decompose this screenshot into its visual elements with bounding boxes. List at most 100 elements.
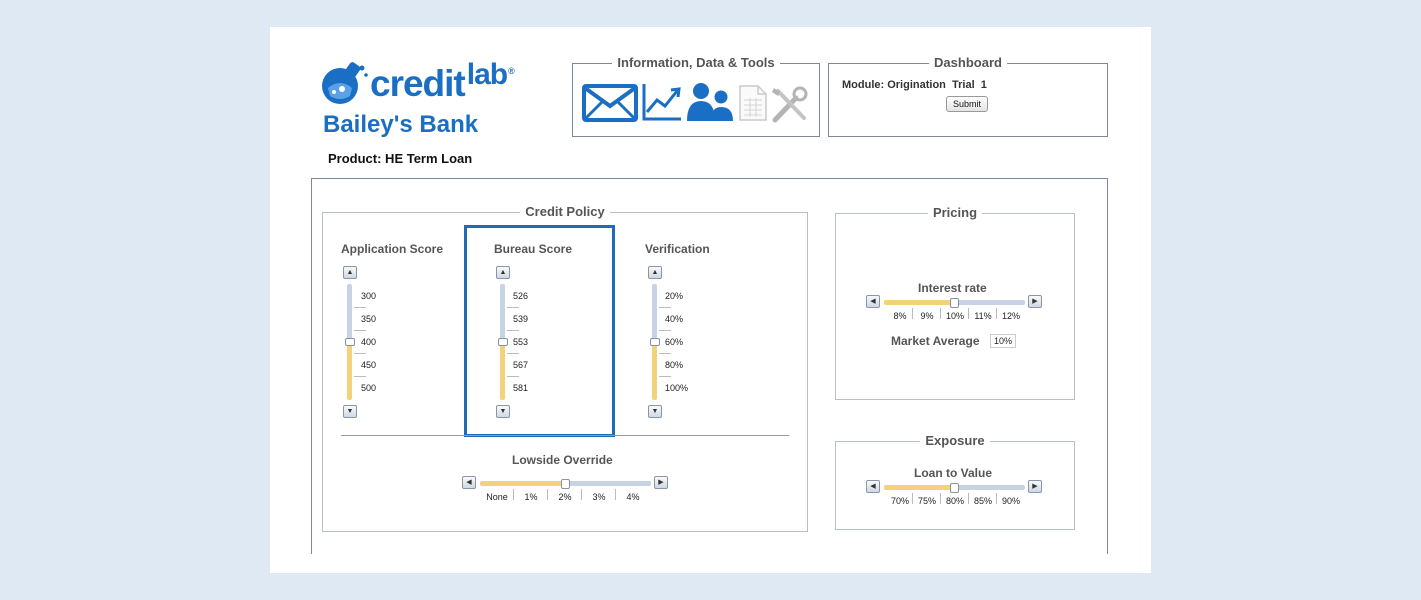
lowside-override-tick[interactable]: None <box>482 492 512 502</box>
verification-tick[interactable]: 80% <box>665 360 683 370</box>
verification-tick[interactable]: 40% <box>665 314 683 324</box>
bureau-score-thumb[interactable] <box>498 338 508 346</box>
brand-lab: lab <box>466 58 508 91</box>
verification-tick[interactable]: 20% <box>665 291 683 301</box>
tick-line <box>507 330 519 331</box>
arrow-right-icon: ▶ <box>1032 298 1038 305</box>
policy-divider <box>341 435 789 436</box>
application-score-tick[interactable]: 400 <box>361 337 376 347</box>
bureau-score-tick[interactable]: 539 <box>513 314 528 324</box>
tools-title: Information, Data & Tools <box>612 55 780 70</box>
interest-rate-thumb[interactable] <box>950 298 959 308</box>
application-score-up-button[interactable]: ▲ <box>343 266 357 279</box>
lowside-override-track-empty <box>566 481 651 486</box>
trial-label: Trial <box>952 79 975 91</box>
tools-icon[interactable] <box>770 86 810 124</box>
verification-tick[interactable]: 100% <box>665 383 688 393</box>
application-score-tick[interactable]: 300 <box>361 291 376 301</box>
brand-word: credit <box>370 63 466 104</box>
credit-policy-title: Credit Policy <box>520 204 610 219</box>
tick-line <box>659 353 671 354</box>
lowside-override-tick[interactable]: 2% <box>550 492 580 502</box>
bank-name: Bailey's Bank <box>323 111 479 138</box>
tick-line <box>659 330 671 331</box>
lowside-override-tick[interactable]: 4% <box>618 492 648 502</box>
bureau-score-down-button[interactable]: ▼ <box>496 405 510 418</box>
application-score-tick[interactable]: 450 <box>361 360 376 370</box>
application-score-thumb[interactable] <box>345 338 355 346</box>
verification-up-button[interactable]: ▲ <box>648 266 662 279</box>
loan-to-value-tick[interactable]: 85% <box>968 496 998 506</box>
arrow-up-icon: ▲ <box>651 269 659 276</box>
interest-rate-right-button[interactable]: ▶ <box>1028 295 1042 308</box>
loan-to-value-tick[interactable]: 75% <box>912 496 942 506</box>
loan-to-value-tick[interactable]: 90% <box>996 496 1026 506</box>
market-average-label: Market Average <box>891 334 980 348</box>
pricing-title: Pricing <box>927 205 983 220</box>
interest-rate-track-filled <box>884 300 955 305</box>
bureau-score-track-upper <box>500 284 505 342</box>
market-average-field: 10% <box>990 334 1017 348</box>
application-score-tick[interactable]: 500 <box>361 383 376 393</box>
lowside-override-left-button[interactable]: ◀ <box>462 476 476 489</box>
bureau-score-up-button[interactable]: ▲ <box>496 266 510 279</box>
loan-to-value-left-button[interactable]: ◀ <box>866 480 880 493</box>
verification-thumb[interactable] <box>650 338 660 346</box>
loan-to-value-tick[interactable]: 70% <box>885 496 915 506</box>
application-score-track-upper <box>347 284 352 342</box>
brand-logo: creditlab® <box>370 58 515 105</box>
loan-to-value-track-empty <box>955 485 1025 490</box>
arrow-right-icon: ▶ <box>1032 483 1038 490</box>
interest-rate-tick[interactable]: 11% <box>968 311 998 321</box>
arrow-right-icon: ▶ <box>658 479 664 486</box>
interest-rate-tick[interactable]: 12% <box>996 311 1026 321</box>
trial-value: 1 <box>980 79 987 91</box>
dashboard-title: Dashboard <box>929 55 1007 70</box>
application-score-tick[interactable]: 350 <box>361 314 376 324</box>
envelope-icon[interactable] <box>582 84 638 122</box>
tick-line <box>507 376 519 377</box>
trend-chart-icon[interactable] <box>641 82 683 122</box>
lowside-override-title: Lowside Override <box>512 453 613 467</box>
interest-rate-tick[interactable]: 8% <box>885 311 915 321</box>
application-score-down-button[interactable]: ▼ <box>343 405 357 418</box>
interest-rate-left-button[interactable]: ◀ <box>866 295 880 308</box>
application-score-title: Application Score <box>341 242 444 256</box>
lowside-override-right-button[interactable]: ▶ <box>654 476 668 489</box>
tick-separator <box>581 489 582 500</box>
verification-title: Verification <box>645 242 710 256</box>
lowside-override-thumb[interactable] <box>561 479 570 489</box>
loan-to-value-track-filled <box>884 485 955 490</box>
submit-button[interactable]: Submit <box>946 96 989 112</box>
module-label: Module: Origination <box>842 79 946 91</box>
tick-line <box>659 376 671 377</box>
tick-line <box>354 376 366 377</box>
arrow-up-icon: ▲ <box>346 269 354 276</box>
interest-rate-tick[interactable]: 9% <box>912 311 942 321</box>
brand-registered: ® <box>508 66 515 76</box>
tick-line <box>507 307 519 308</box>
verification-tick[interactable]: 60% <box>665 337 683 347</box>
loan-to-value-right-button[interactable]: ▶ <box>1028 480 1042 493</box>
bureau-score-tick[interactable]: 581 <box>513 383 528 393</box>
lowside-override-tick[interactable]: 3% <box>584 492 614 502</box>
arrow-left-icon: ◀ <box>870 483 876 490</box>
tick-separator <box>615 489 616 500</box>
lowside-override-track-filled <box>480 481 566 486</box>
bureau-score-highlight <box>464 225 615 437</box>
loan-to-value-tick[interactable]: 80% <box>940 496 970 506</box>
bureau-score-tick[interactable]: 526 <box>513 291 528 301</box>
users-icon[interactable] <box>685 81 735 123</box>
arrow-down-icon: ▼ <box>346 408 354 415</box>
exposure-title: Exposure <box>920 433 990 448</box>
bureau-score-tick[interactable]: 553 <box>513 337 528 347</box>
loan-to-value-thumb[interactable] <box>950 483 959 493</box>
spreadsheet-icon[interactable] <box>738 84 768 122</box>
tick-line <box>354 307 366 308</box>
verification-down-button[interactable]: ▼ <box>648 405 662 418</box>
bureau-score-tick[interactable]: 567 <box>513 360 528 370</box>
lowside-override-tick[interactable]: 1% <box>516 492 546 502</box>
interest-rate-tick[interactable]: 10% <box>940 311 970 321</box>
product-label: Product: HE Term Loan <box>328 151 473 166</box>
application-score-track-lower <box>347 342 352 400</box>
